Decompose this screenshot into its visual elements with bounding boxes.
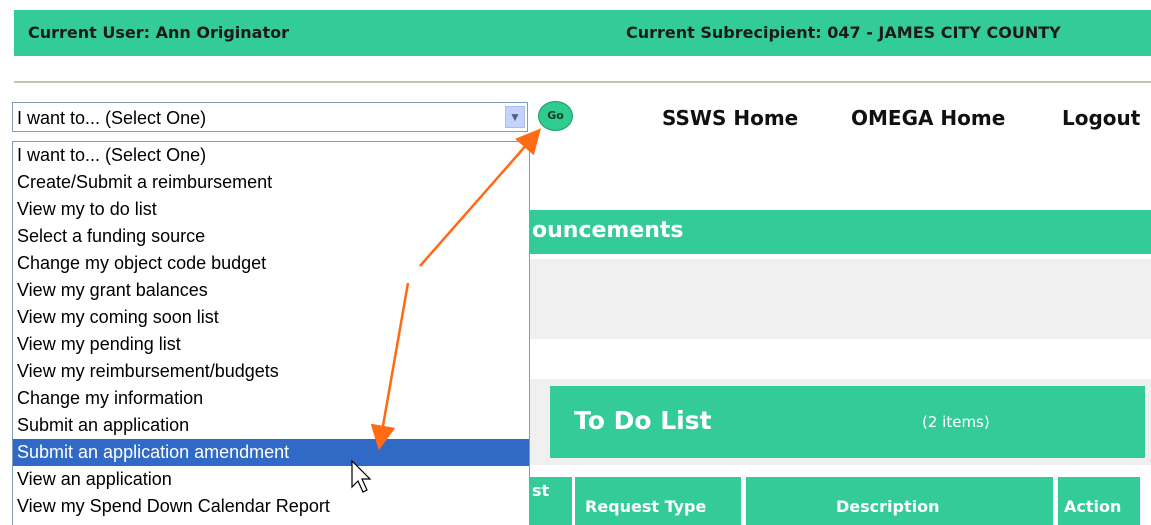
option-todo-list[interactable]: View my to do list: [13, 196, 529, 223]
option-grant-balances[interactable]: View my grant balances: [13, 277, 529, 304]
current-user-label: Current User: Ann Originator: [28, 23, 289, 42]
option-change-information[interactable]: Change my information: [13, 385, 529, 412]
go-button[interactable]: Go: [538, 101, 573, 131]
table-header-action[interactable]: Action: [1058, 477, 1140, 525]
option-submit-application[interactable]: Submit an application: [13, 412, 529, 439]
option-create-reimbursement[interactable]: Create/Submit a reimbursement: [13, 169, 529, 196]
option-pending-list[interactable]: View my pending list: [13, 331, 529, 358]
chevron-down-icon[interactable]: ▼: [505, 106, 525, 128]
option-reimbursement-budgets[interactable]: View my reimbursement/budgets: [13, 358, 529, 385]
announcements-body: [530, 259, 1151, 339]
announcements-title: ouncements: [532, 218, 684, 243]
todo-count: (2 items): [922, 413, 990, 431]
action-select-value: I want to... (Select One): [17, 108, 207, 128]
action-select[interactable]: I want to... (Select One) ▼: [12, 102, 528, 132]
header-divider: [14, 81, 1151, 83]
todo-title: To Do List: [574, 406, 712, 435]
current-subrecipient-label: Current Subrecipient: 047 - JAMES CITY C…: [626, 23, 1061, 42]
option-select-one[interactable]: I want to... (Select One): [13, 142, 529, 169]
option-view-application[interactable]: View an application: [13, 466, 529, 493]
table-header-request[interactable]: st: [530, 477, 572, 525]
option-spend-down-report[interactable]: View my Spend Down Calendar Report: [13, 493, 529, 520]
table-header-description[interactable]: Description: [746, 477, 1053, 525]
top-status-bar: Current User: Ann Originator Current Sub…: [14, 10, 1151, 56]
table-header-request-type[interactable]: Request Type: [575, 477, 741, 525]
option-funding-source[interactable]: Select a funding source: [13, 223, 529, 250]
omega-home-link[interactable]: OMEGA Home: [851, 106, 1005, 130]
option-object-code-budget[interactable]: Change my object code budget: [13, 250, 529, 277]
action-dropdown-list[interactable]: I want to... (Select One) Create/Submit …: [12, 141, 530, 525]
logout-link[interactable]: Logout: [1062, 106, 1140, 130]
ssws-home-link[interactable]: SSWS Home: [662, 106, 798, 130]
option-submit-amendment[interactable]: Submit an application amendment: [13, 439, 529, 466]
option-coming-soon[interactable]: View my coming soon list: [13, 304, 529, 331]
